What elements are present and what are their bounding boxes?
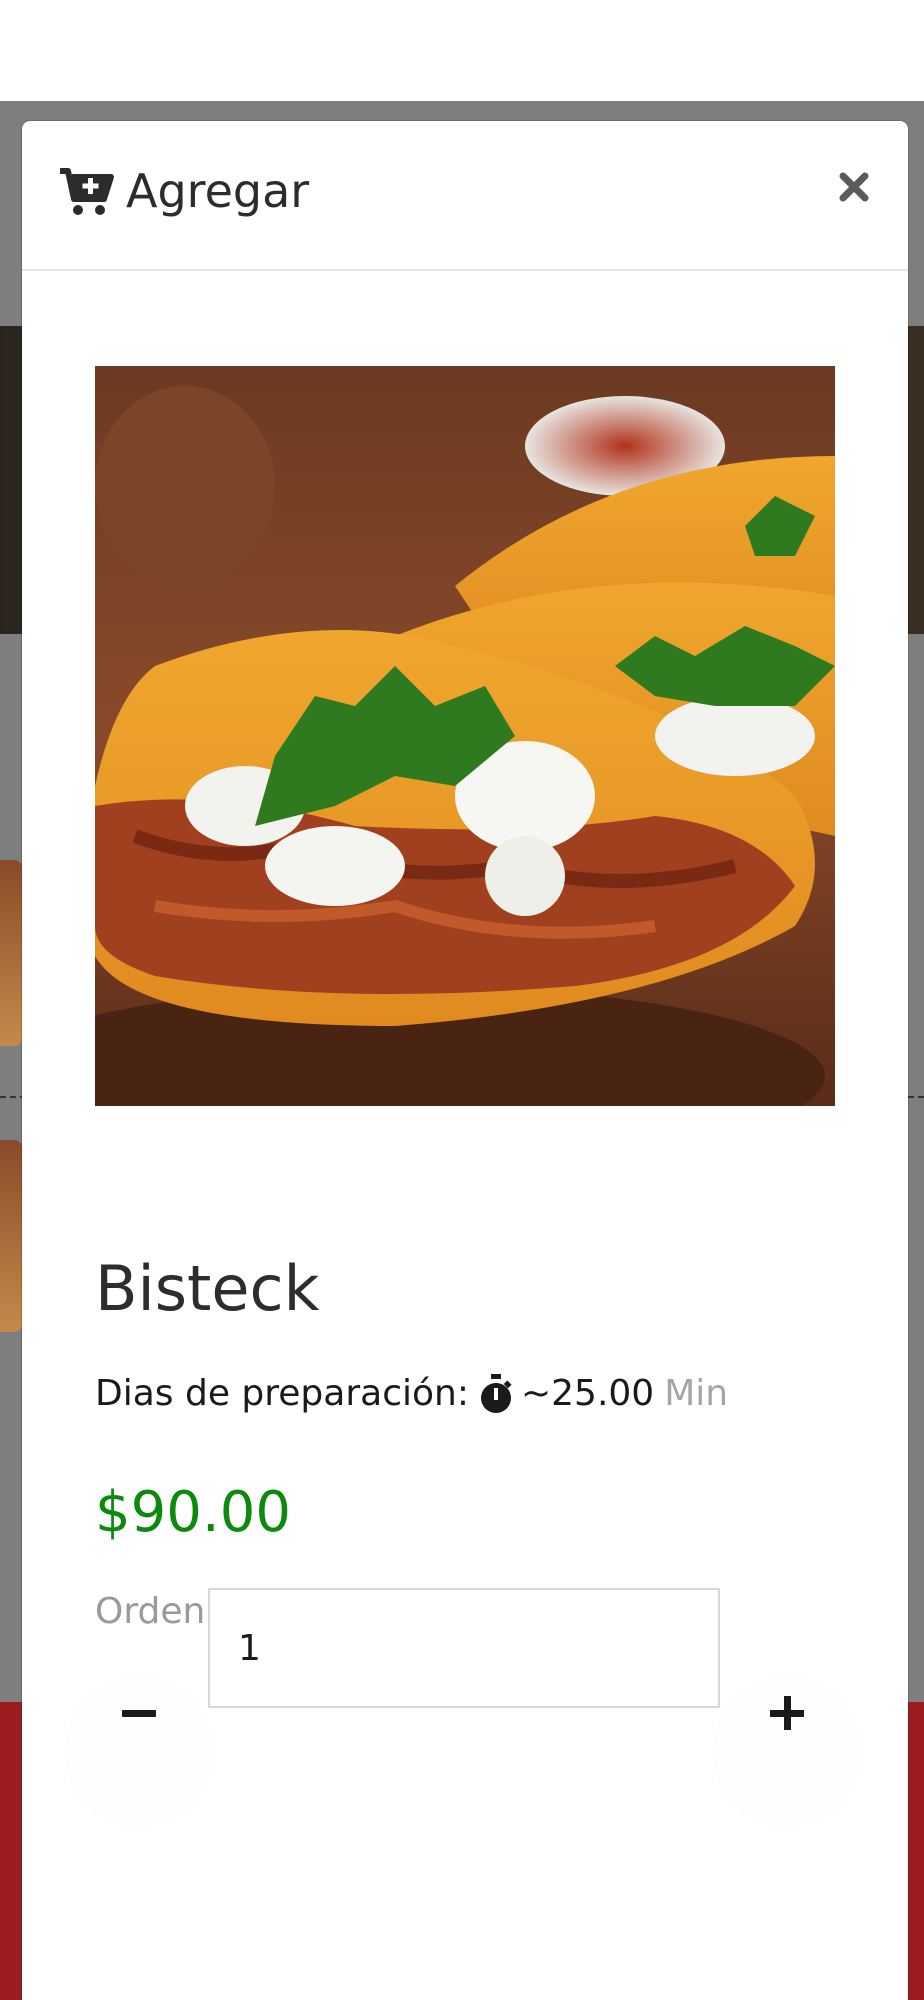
modal-title: Agregar — [126, 164, 310, 218]
modal-header: Agregar — [22, 121, 908, 271]
product-name: Bisteck — [95, 1252, 320, 1325]
product-price: $90.00 — [95, 1480, 291, 1545]
close-button[interactable] — [832, 165, 876, 209]
add-to-cart-modal: Agregar Bisteck Dias de preparación: ~25… — [22, 121, 908, 2000]
preparation-time: Dias de preparación: ~25.00 Min — [95, 1369, 728, 1419]
decrement-quantity-button[interactable] — [64, 1677, 214, 1827]
prep-value: ~25.00 — [520, 1373, 655, 1414]
background-topbar — [0, 0, 924, 101]
cart-plus-icon — [60, 168, 114, 215]
increment-quantity-button[interactable] — [712, 1677, 862, 1827]
quantity-input[interactable] — [208, 1588, 720, 1708]
close-icon — [839, 172, 869, 202]
prep-label: Dias de preparación: — [95, 1373, 469, 1414]
prep-unit: Min — [664, 1373, 729, 1414]
app-page: Agregar Bisteck Dias de preparación: ~25… — [0, 0, 924, 2000]
plus-icon — [770, 1696, 804, 1730]
minus-icon — [122, 1709, 156, 1717]
stopwatch-icon — [480, 1374, 512, 1413]
background-thumbnail — [0, 860, 22, 1046]
background-thumbnail — [0, 1140, 22, 1332]
product-image — [95, 366, 835, 1106]
